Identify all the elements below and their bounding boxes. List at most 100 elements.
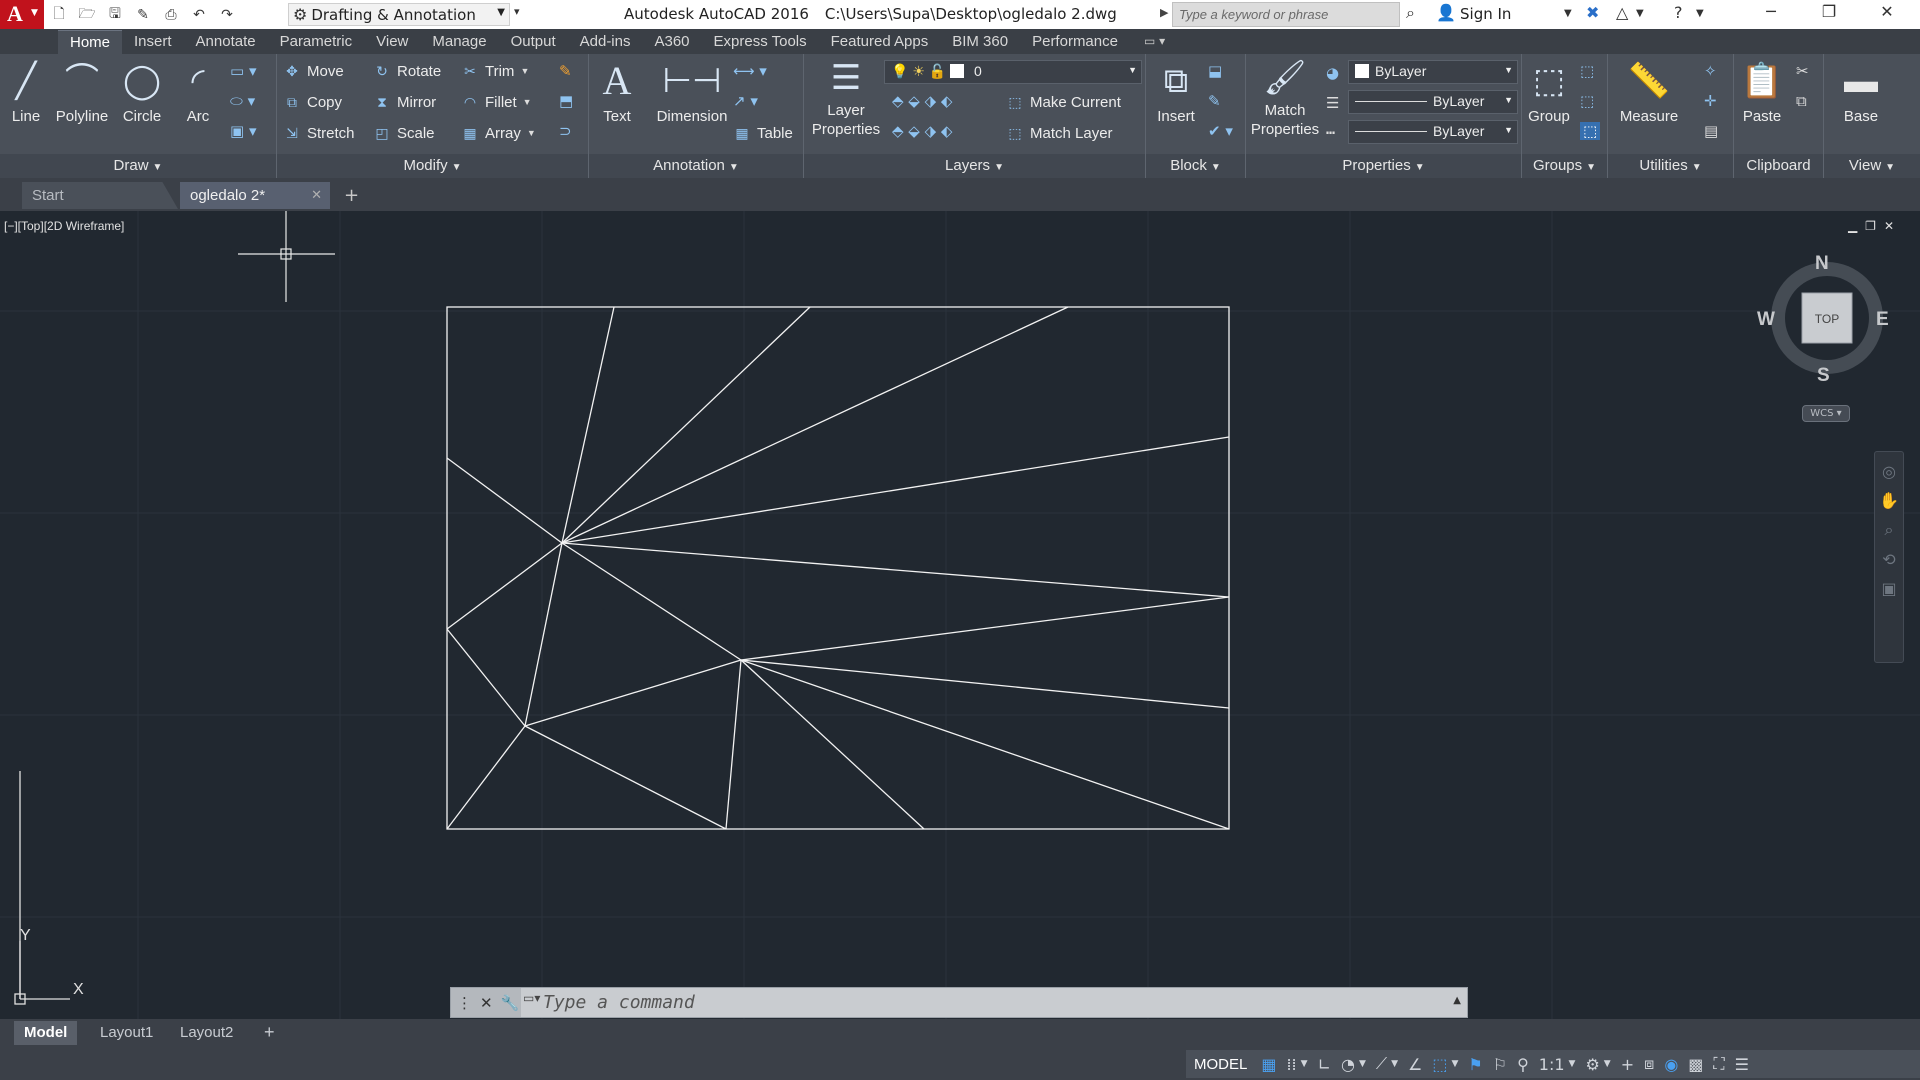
- match-properties-button[interactable]: 🖌 Match Properties: [1246, 58, 1324, 139]
- orbit-icon[interactable]: ⟲: [1875, 550, 1903, 569]
- chevron-down-icon[interactable]: ▼: [1636, 8, 1644, 19]
- save-icon[interactable]: 🖫: [104, 4, 126, 26]
- scale-value[interactable]: 1:1: [1539, 1055, 1565, 1074]
- edit-block-icon[interactable]: ✎: [1208, 92, 1221, 110]
- tab-manage[interactable]: Manage: [420, 30, 498, 54]
- leader-icon[interactable]: ↗ ▾: [733, 92, 758, 110]
- layer-tools-2-icon[interactable]: ⬘ ⬙ ⬗ ⬖: [892, 122, 952, 140]
- wcs-menu[interactable]: WCS ▾: [1802, 405, 1850, 422]
- customize-qat-icon[interactable]: ▾: [514, 5, 520, 18]
- chevron-down-icon[interactable]: ▼: [1604, 1059, 1611, 1069]
- chevron-down-icon[interactable]: ▼: [1359, 1059, 1366, 1069]
- search-expand-icon[interactable]: ▶: [1160, 6, 1168, 19]
- cut-icon[interactable]: ✂: [1796, 62, 1809, 80]
- arc-button[interactable]: ◜ Arc: [172, 58, 224, 126]
- saveas-icon[interactable]: ✎: [132, 4, 154, 26]
- group-selection-icon[interactable]: ⬚: [1580, 122, 1601, 140]
- file-tab-start[interactable]: Start: [22, 182, 178, 209]
- annotation-scale-icon[interactable]: ⚲: [1517, 1055, 1529, 1074]
- restore-icon[interactable]: ❐: [1865, 219, 1876, 233]
- panel-title-block[interactable]: Block ▼: [1146, 154, 1245, 178]
- drawing-geometry[interactable]: [446, 306, 1230, 830]
- panel-title-modify[interactable]: Modify ▼: [277, 154, 588, 178]
- chevron-down-icon[interactable]: ▼: [1451, 1059, 1458, 1069]
- polar-icon[interactable]: ◔: [1341, 1055, 1355, 1074]
- chevron-down-icon[interactable]: ▼: [1564, 8, 1572, 19]
- tab-express-tools[interactable]: Express Tools: [702, 30, 819, 54]
- osnap-track-icon[interactable]: ∠: [1408, 1055, 1422, 1074]
- command-history-icon[interactable]: ▲: [1453, 995, 1461, 1006]
- user-icon[interactable]: 👤: [1436, 3, 1456, 22]
- restore-icon[interactable]: ❐: [1806, 2, 1852, 27]
- outer-rectangle[interactable]: [446, 306, 1230, 830]
- binoculars-icon[interactable]: ⌕: [1406, 3, 1415, 23]
- tab-parametric[interactable]: Parametric: [268, 30, 365, 54]
- application-menu-button[interactable]: A ▼: [0, 0, 44, 29]
- quick-properties-icon[interactable]: ◉: [1664, 1055, 1678, 1074]
- model-space-toggle[interactable]: MODEL: [1194, 1056, 1247, 1073]
- tab-add-ins[interactable]: Add-ins: [568, 30, 643, 54]
- chevron-down-icon[interactable]: ▼: [1391, 1059, 1398, 1069]
- command-input[interactable]: Type a command: [543, 992, 695, 1013]
- tab-bim-360[interactable]: BIM 360: [940, 30, 1020, 54]
- panel-title-properties[interactable]: Properties ▼: [1246, 154, 1521, 178]
- region-icon[interactable]: ▣ ▾: [230, 122, 256, 140]
- table-button[interactable]: ▦ Table: [733, 121, 792, 145]
- showmotion-icon[interactable]: ▣: [1875, 579, 1903, 598]
- stretch-button[interactable]: ⇲ Stretch: [283, 121, 354, 145]
- annotation-visibility-icon[interactable]: ⚑: [1468, 1055, 1482, 1074]
- hatch-icon[interactable]: ⬭ ▾: [230, 92, 255, 110]
- snap-icon[interactable]: ⁞⁞: [1286, 1055, 1296, 1074]
- panel-title-clipboard[interactable]: Clipboard: [1734, 154, 1823, 178]
- move-button[interactable]: ✥ Move: [283, 59, 344, 83]
- circle-button[interactable]: ◯ Circle: [116, 58, 168, 126]
- tab-annotate[interactable]: Annotate: [184, 30, 268, 54]
- drawing-svg[interactable]: TOP: [0, 211, 1920, 1019]
- chevron-down-icon[interactable]: ▼: [1301, 1059, 1308, 1069]
- isolate-icon[interactable]: ▩: [1688, 1055, 1703, 1074]
- file-tab-document[interactable]: ogledalo 2* ✕: [180, 182, 330, 209]
- chevron-down-icon[interactable]: ▼: [1696, 8, 1704, 19]
- panel-title-utilities[interactable]: Utilities ▼: [1608, 154, 1733, 178]
- mirror-button[interactable]: ⧗ Mirror: [373, 90, 436, 114]
- grip-icon[interactable]: ⋮: [457, 994, 472, 1012]
- quick-select-icon[interactable]: ✧: [1704, 62, 1717, 80]
- rectangle-icon[interactable]: ▭ ▾: [230, 62, 256, 80]
- compass-west[interactable]: W: [1757, 309, 1775, 331]
- tab-home[interactable]: Home: [58, 30, 123, 54]
- plus-icon[interactable]: +: [1621, 1055, 1634, 1074]
- print-icon[interactable]: ⎙: [160, 4, 182, 26]
- close-icon[interactable]: ✕: [311, 187, 322, 203]
- compass-north[interactable]: N: [1815, 253, 1829, 275]
- compass-east[interactable]: E: [1876, 309, 1889, 331]
- explode-icon[interactable]: ⬒: [559, 92, 573, 110]
- ungroup-icon[interactable]: ⬚: [1580, 62, 1594, 80]
- calculator-icon[interactable]: ▤: [1704, 122, 1718, 140]
- command-prompt-icon[interactable]: ▭▾: [523, 991, 540, 1005]
- tab-featured-apps[interactable]: Featured Apps: [819, 30, 941, 54]
- rotate-button[interactable]: ↻ Rotate: [373, 59, 441, 83]
- open-icon[interactable]: 🗁: [76, 4, 98, 26]
- insert-button[interactable]: ⧉ Insert: [1150, 58, 1202, 126]
- viewport-controls-label[interactable]: [−][Top][2D Wireframe]: [4, 219, 124, 233]
- linetype-dropdown[interactable]: ByLayer ▼: [1348, 120, 1518, 144]
- tab-performance[interactable]: Performance: [1020, 30, 1130, 54]
- tab-view[interactable]: View: [364, 30, 420, 54]
- grid-icon[interactable]: ▦: [1261, 1055, 1276, 1074]
- layout-tab-layout2[interactable]: Layout2: [170, 1021, 243, 1045]
- panel-title-groups[interactable]: Groups ▼: [1522, 154, 1607, 178]
- viewcube[interactable]: TOP: [1771, 262, 1883, 374]
- annotation-autoscale-icon[interactable]: ⚐: [1493, 1055, 1507, 1074]
- navigation-bar[interactable]: ◎ ✋ ⌕ ⟲ ▣: [1874, 451, 1904, 663]
- wrench-icon[interactable]: 🔧: [501, 994, 520, 1012]
- ortho-icon[interactable]: ∟: [1318, 1055, 1331, 1074]
- offset-icon[interactable]: ⊃: [559, 122, 572, 140]
- dimension-button[interactable]: ⊢⊣ Dimension: [649, 58, 735, 126]
- zoom-icon[interactable]: ⌕: [1875, 520, 1903, 540]
- drawing-canvas[interactable]: TOP [−][Top][2D Wireframe] ▁ ❐ ✕ N S E W W…: [0, 211, 1920, 1019]
- color-dropdown[interactable]: ByLayer ▼: [1348, 60, 1518, 84]
- new-icon[interactable]: 🗋: [48, 4, 70, 26]
- match-layer-button[interactable]: ⬚ Match Layer: [1006, 121, 1112, 145]
- tab-insert[interactable]: Insert: [122, 30, 184, 54]
- trim-button[interactable]: ✂ Trim ▼: [461, 59, 529, 83]
